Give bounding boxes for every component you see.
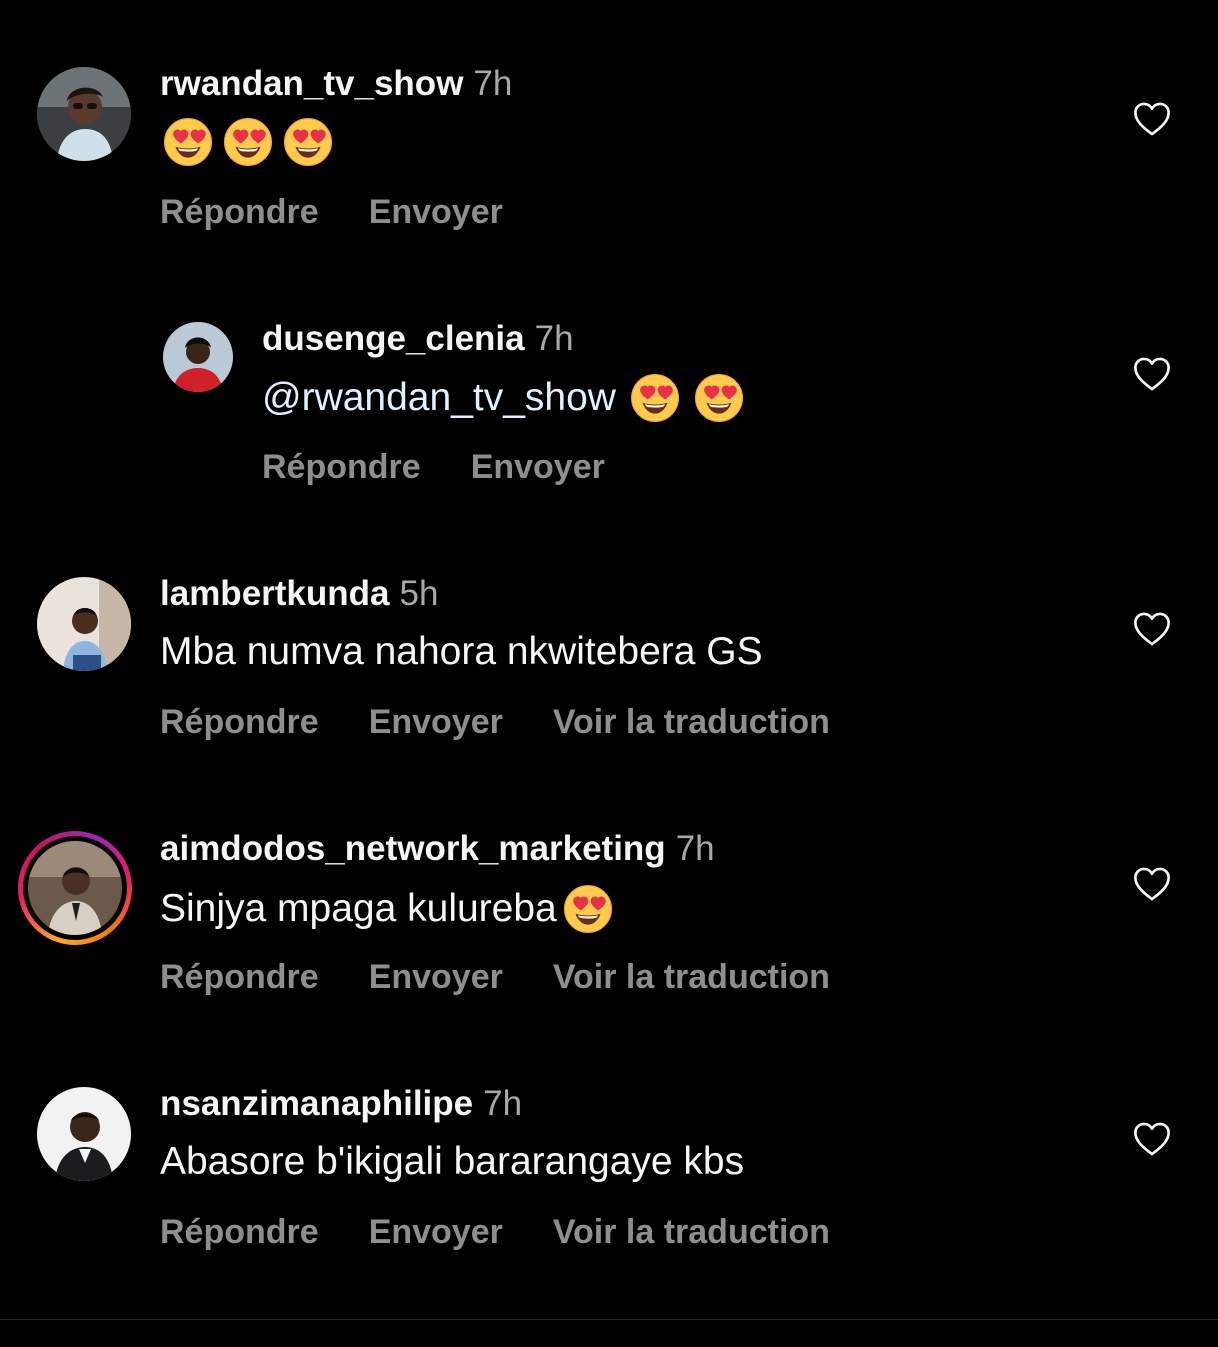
timestamp: 7h xyxy=(534,319,574,358)
username[interactable]: nsanzimanaphilipe xyxy=(160,1084,473,1123)
reply-button[interactable]: Répondre xyxy=(262,447,421,487)
reply-button[interactable]: Répondre xyxy=(160,702,319,742)
send-button[interactable]: Envoyer xyxy=(369,957,503,997)
heart-eyes-emoji xyxy=(563,884,613,934)
comment-actions: Répondre Envoyer Voir la traduction xyxy=(160,702,880,742)
avatar[interactable] xyxy=(37,577,131,671)
heart-outline-icon[interactable] xyxy=(1133,611,1171,647)
username[interactable]: lambertkunda xyxy=(160,574,390,613)
avatar[interactable] xyxy=(28,841,122,935)
heart-eyes-emoji xyxy=(694,373,744,423)
comment-actions: Répondre Envoyer Voir la traduction xyxy=(160,957,880,997)
send-button[interactable]: Envoyer xyxy=(369,702,503,742)
comment-actions: Répondre Envoyer xyxy=(262,447,655,487)
username[interactable]: aimdodos_network_marketing xyxy=(160,829,666,868)
heart-outline-icon[interactable] xyxy=(1133,1121,1171,1157)
comment-header: lambertkunda 5h xyxy=(160,574,438,614)
send-button[interactable]: Envoyer xyxy=(369,1212,503,1252)
comment-text: Sinjya mpaga kulureba xyxy=(160,887,557,930)
comment-body: Sinjya mpaga kulureba xyxy=(160,884,613,934)
translate-button[interactable]: Voir la traduction xyxy=(553,957,830,997)
comment-text: Mba numva nahora nkwitebera GS xyxy=(160,630,763,673)
comment-header: dusenge_clenia 7h xyxy=(262,319,574,359)
reply-button[interactable]: Répondre xyxy=(160,957,319,997)
mention-link[interactable]: @rwandan_tv_show xyxy=(262,375,616,421)
comment-actions: Répondre Envoyer Voir la traduction xyxy=(160,1212,880,1252)
comment-body: @rwandan_tv_show xyxy=(262,373,744,423)
translate-button[interactable]: Voir la traduction xyxy=(553,1212,830,1252)
send-button[interactable]: Envoyer xyxy=(471,447,605,487)
heart-eyes-emoji xyxy=(630,373,680,423)
comment-header: nsanzimanaphilipe 7h xyxy=(160,1084,522,1124)
avatar[interactable] xyxy=(163,322,233,392)
heart-outline-icon[interactable] xyxy=(1133,356,1171,392)
heart-outline-icon[interactable] xyxy=(1133,866,1171,902)
translate-button[interactable]: Voir la traduction xyxy=(553,702,830,742)
timestamp: 7h xyxy=(675,829,715,868)
timestamp: 7h xyxy=(483,1084,523,1123)
comment-text: Abasore b'ikigali bararangaye kbs xyxy=(160,1140,745,1183)
comment-item: nsanzimanaphilipe 7h Abasore b'ikigali ba… xyxy=(0,0,1218,1251)
timestamp: 5h xyxy=(399,574,439,613)
divider xyxy=(0,1319,1218,1320)
avatar[interactable] xyxy=(37,1087,131,1181)
comment-header: aimdodos_network_marketing 7h xyxy=(160,829,715,869)
reply-button[interactable]: Répondre xyxy=(160,1212,319,1252)
username[interactable]: dusenge_clenia xyxy=(262,319,525,358)
